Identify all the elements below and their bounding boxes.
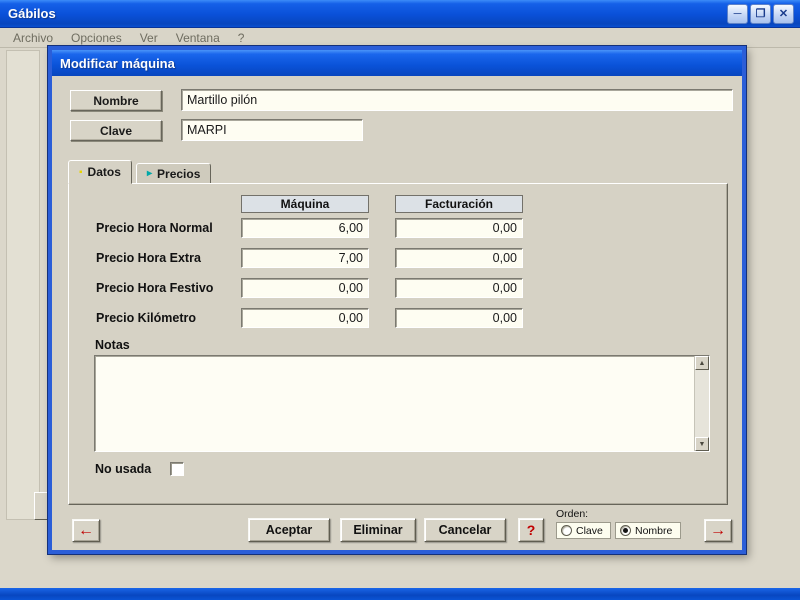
orden-label: Orden: [556, 508, 589, 520]
background-side-panel [6, 50, 40, 520]
precio-hora-festivo-maquina-input[interactable] [241, 278, 369, 298]
notas-label: Notas [95, 338, 130, 352]
maximize-icon: ❐ [755, 7, 766, 20]
column-header-facturacion: Facturación [395, 195, 523, 213]
no-usada-checkbox[interactable] [170, 462, 184, 476]
scroll-down-icon: ▼ [698, 440, 706, 448]
scroll-up-icon: ▲ [698, 359, 706, 367]
prev-arrow-icon: ← [78, 521, 94, 539]
menu-item-ver[interactable]: Ver [131, 29, 167, 47]
close-icon: ✕ [778, 7, 789, 20]
window-title: Gábilos [8, 6, 56, 21]
next-record-button[interactable]: → [704, 519, 732, 542]
minimize-icon: ─ [733, 7, 742, 20]
cancelar-button-label: Cancelar [438, 523, 492, 537]
orden-radio-clave[interactable]: Clave [556, 522, 611, 539]
aceptar-button-label: Aceptar [265, 523, 313, 537]
help-button[interactable]: ? [518, 518, 544, 542]
precio-hora-extra-maquina-input[interactable] [241, 248, 369, 268]
eliminar-button[interactable]: Eliminar [340, 518, 416, 542]
no-usada-label: No usada [95, 462, 152, 476]
window-controls: ─ ❐ ✕ [727, 4, 794, 24]
menu-item-archivo[interactable]: Archivo [4, 29, 62, 47]
clave-button[interactable]: Clave [70, 120, 162, 141]
scroll-up-button[interactable]: ▲ [695, 356, 709, 370]
orden-radio-clave-label: Clave [576, 524, 603, 537]
maximize-button[interactable]: ❐ [750, 4, 771, 24]
clave-input[interactable] [181, 119, 363, 141]
notas-textarea[interactable] [94, 355, 710, 452]
eliminar-button-label: Eliminar [353, 523, 403, 537]
precio-hora-festivo-facturacion-input[interactable] [395, 278, 523, 298]
nombre-button-label: Nombre [93, 93, 139, 108]
clave-button-label: Clave [99, 123, 133, 138]
precio-kilometro-facturacion-input[interactable] [395, 308, 523, 328]
window-titlebar: Gábilos [0, 0, 800, 28]
column-header-maquina: Máquina [241, 195, 369, 213]
tab-panel-datos: Máquina Facturación Precio Hora Normal P… [68, 183, 728, 505]
precio-kilometro-maquina-input[interactable] [241, 308, 369, 328]
cancelar-button[interactable]: Cancelar [424, 518, 506, 542]
dialog-modificar-maquina: Modificar máquina Nombre Clave ▪ Datos ▸… [48, 46, 746, 554]
next-arrow-icon: → [710, 521, 726, 539]
close-button[interactable]: ✕ [773, 4, 794, 24]
window-bottom-border [0, 588, 800, 600]
nombre-button[interactable]: Nombre [70, 90, 162, 111]
column-header-facturacion-label: Facturación [424, 197, 493, 211]
aceptar-button[interactable]: Aceptar [248, 518, 330, 542]
tab-datos-label: Datos [87, 165, 121, 179]
radio-nombre-icon [620, 525, 631, 536]
tab-precios-marker-icon: ▸ [147, 168, 153, 179]
prev-record-button[interactable]: ← [72, 519, 100, 542]
row-label-precio-hora-festivo: Precio Hora Festivo [96, 281, 214, 295]
menu-item-opciones[interactable]: Opciones [62, 29, 131, 47]
minimize-button[interactable]: ─ [727, 4, 748, 24]
client-area: Modificar máquina Nombre Clave ▪ Datos ▸… [0, 46, 800, 588]
precio-hora-normal-facturacion-input[interactable] [395, 218, 523, 238]
nombre-input[interactable] [181, 89, 733, 111]
orden-radio-nombre[interactable]: Nombre [615, 522, 681, 539]
dialog-titlebar: Modificar máquina [52, 50, 742, 76]
row-label-precio-hora-normal: Precio Hora Normal [96, 221, 213, 235]
notas-scrollbar[interactable]: ▲ ▼ [694, 356, 709, 451]
tab-precios-label: Precios [157, 166, 201, 181]
radio-clave-icon [561, 525, 572, 536]
menu-bar: Archivo Opciones Ver Ventana ? [0, 28, 800, 48]
menu-item-ayuda[interactable]: ? [229, 29, 254, 47]
precio-hora-extra-facturacion-input[interactable] [395, 248, 523, 268]
menu-item-ventana[interactable]: Ventana [167, 29, 229, 47]
help-icon: ? [526, 522, 536, 538]
tab-datos[interactable]: ▪ Datos [68, 160, 132, 184]
tab-datos-marker-icon: ▪ [79, 166, 83, 178]
dialog-title: Modificar máquina [60, 55, 175, 71]
row-label-precio-hora-extra: Precio Hora Extra [96, 251, 201, 265]
column-header-maquina-label: Máquina [280, 197, 330, 211]
orden-radio-nombre-label: Nombre [635, 524, 673, 537]
tab-precios[interactable]: ▸ Precios [136, 163, 212, 184]
precio-hora-normal-maquina-input[interactable] [241, 218, 369, 238]
row-label-precio-kilometro: Precio Kilómetro [96, 311, 197, 325]
scroll-down-button[interactable]: ▼ [695, 437, 709, 451]
